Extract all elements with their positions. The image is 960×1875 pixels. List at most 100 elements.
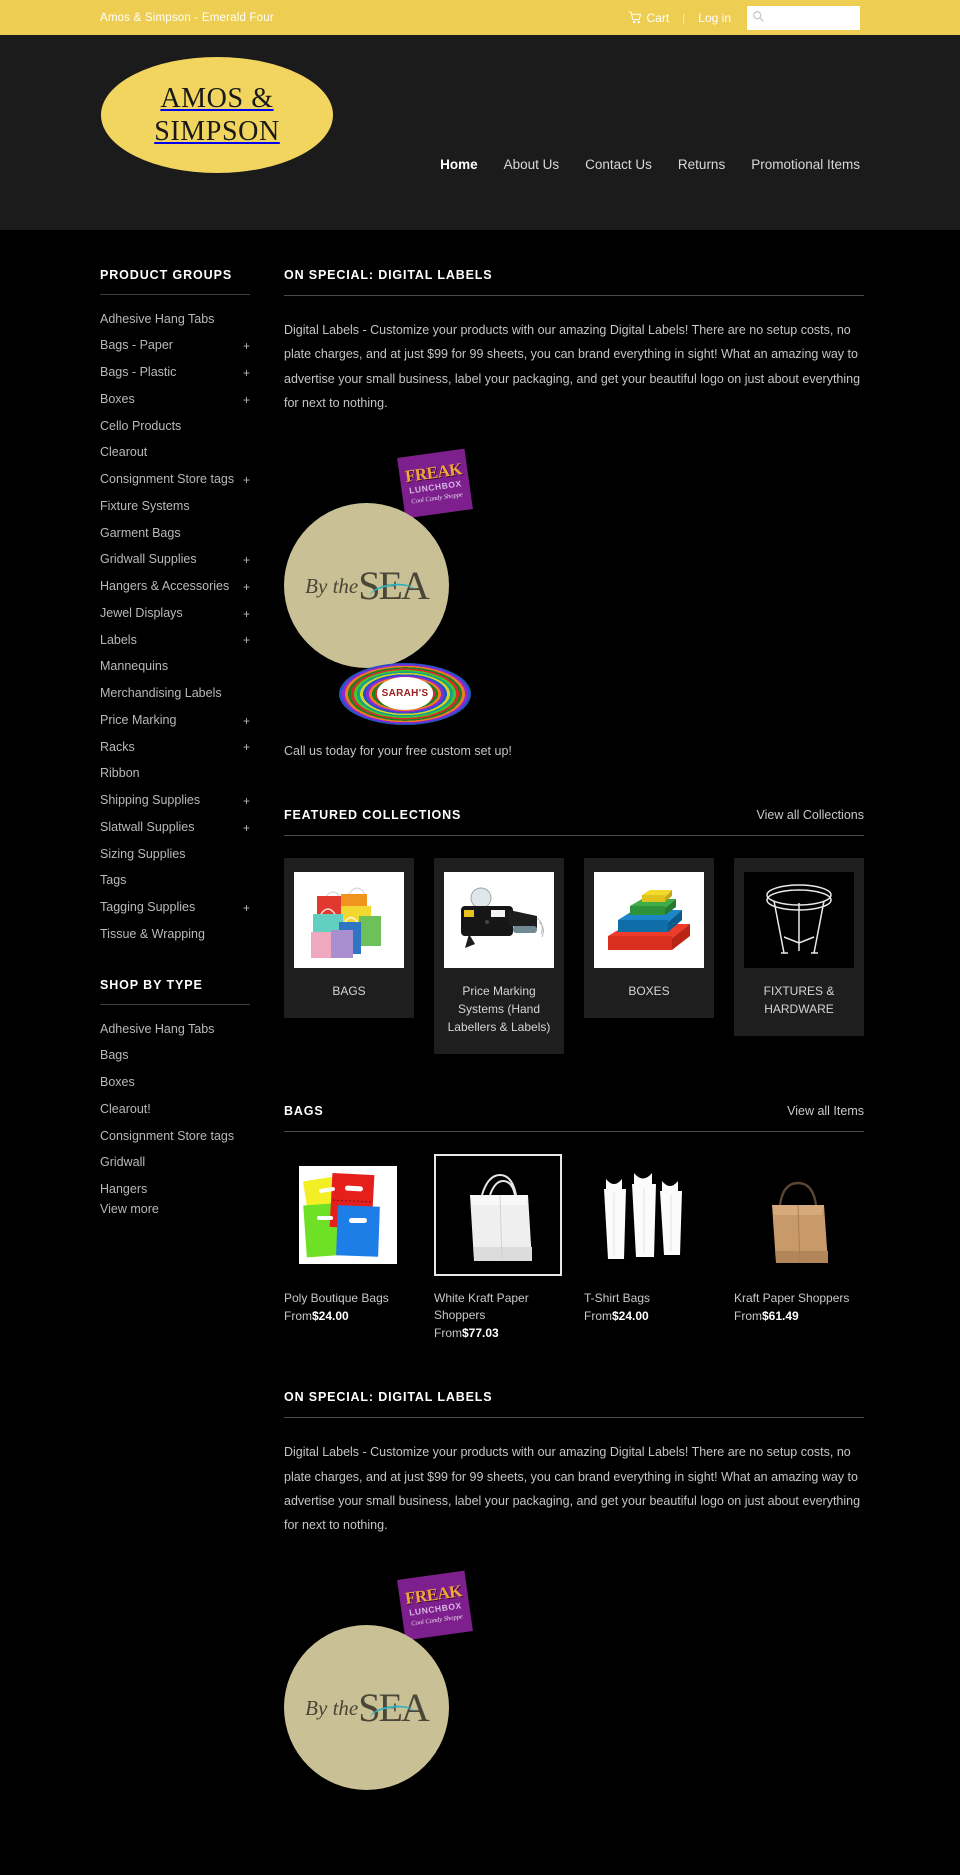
sidebar-item-label[interactable]: Bags - Plastic: [100, 364, 182, 382]
expand-plus-icon[interactable]: +: [243, 367, 250, 379]
sidebar-item-label[interactable]: View more: [100, 1203, 165, 1217]
sidebar-item-clearout[interactable]: Clearout: [100, 440, 250, 467]
product-card-kraft-paper-shoppers[interactable]: Kraft Paper Shoppers From$61.49: [734, 1153, 862, 1323]
shop-type-item-consignment-store-tags[interactable]: Consignment Store tags: [100, 1123, 250, 1150]
sidebar-item-label[interactable]: Ribbon: [100, 765, 146, 783]
sidebar-item-label[interactable]: Clearout!: [100, 1101, 157, 1119]
sidebar-item-label[interactable]: Slatwall Supplies: [100, 819, 201, 837]
nav-item-returns[interactable]: Returns: [678, 157, 725, 172]
expand-plus-icon[interactable]: +: [243, 608, 250, 620]
sidebar-item-label[interactable]: Fixture Systems: [100, 498, 196, 516]
search-input[interactable]: [764, 6, 856, 29]
shop-type-item-hangers[interactable]: Hangers: [100, 1177, 250, 1204]
expand-plus-icon[interactable]: +: [243, 822, 250, 834]
shop-type-item-view-more[interactable]: View more: [100, 1203, 250, 1217]
sidebar-item-label[interactable]: Consignment Store tags: [100, 1128, 240, 1146]
collection-card-fixtures-hardware[interactable]: FIXTURES & HARDWARE: [734, 857, 864, 1036]
sidebar-item-label[interactable]: Jewel Displays: [100, 605, 189, 623]
sidebar-item-label[interactable]: Tags: [100, 872, 132, 890]
sidebar-item-label[interactable]: Labels: [100, 632, 143, 650]
sidebar-item-tissue-wrapping[interactable]: Tissue & Wrapping: [100, 921, 250, 948]
expand-plus-icon[interactable]: +: [243, 554, 250, 566]
collection-card-boxes[interactable]: BOXES: [584, 857, 714, 1018]
login-link[interactable]: Log in: [698, 11, 731, 25]
product-price: From$24.00: [284, 1309, 412, 1323]
expand-plus-icon[interactable]: +: [243, 634, 250, 646]
product-card-t-shirt-bags[interactable]: T-Shirt Bags From$24.00: [584, 1153, 712, 1323]
expand-plus-icon[interactable]: +: [243, 474, 250, 486]
sidebar-item-label[interactable]: Sizing Supplies: [100, 846, 191, 864]
shop-type-item-gridwall[interactable]: Gridwall: [100, 1150, 250, 1177]
sidebar-item-gridwall-supplies[interactable]: Gridwall Supplies +: [100, 547, 250, 574]
sidebar-item-ribbon[interactable]: Ribbon: [100, 761, 250, 788]
sidebar-item-slatwall-supplies[interactable]: Slatwall Supplies +: [100, 814, 250, 841]
sidebar-item-tagging-supplies[interactable]: Tagging Supplies +: [100, 895, 250, 922]
cart-link[interactable]: Cart: [628, 11, 669, 25]
sidebar-item-label[interactable]: Gridwall: [100, 1154, 151, 1172]
sidebar-item-merchandising-labels[interactable]: Merchandising Labels: [100, 681, 250, 708]
shop-type-item-clearout[interactable]: Clearout!: [100, 1096, 250, 1123]
sidebar-item-label[interactable]: Adhesive Hang Tabs: [100, 1021, 220, 1039]
sidebar-item-label[interactable]: Clearout: [100, 444, 153, 462]
sidebar-item-label[interactable]: Bags - Paper: [100, 337, 179, 355]
sidebar-item-racks[interactable]: Racks +: [100, 734, 250, 761]
sidebar-item-label[interactable]: Mannequins: [100, 658, 174, 676]
sidebar-item-boxes[interactable]: Boxes +: [100, 386, 250, 413]
sidebar-item-tags[interactable]: Tags: [100, 868, 250, 895]
shop-type-item-adhesive-hang-tabs[interactable]: Adhesive Hang Tabs: [100, 1016, 250, 1043]
sidebar-item-cello-products[interactable]: Cello Products: [100, 413, 250, 440]
view-all-collections-link[interactable]: View all Collections: [757, 808, 864, 822]
collection-card-price-marking[interactable]: Price Marking Systems (Hand Labellers & …: [434, 857, 564, 1054]
sidebar-item-label[interactable]: Boxes: [100, 391, 141, 409]
product-card-poly-boutique-bags[interactable]: Poly Boutique Bags From$24.00: [284, 1153, 412, 1323]
sidebar-item-price-marking[interactable]: Price Marking +: [100, 707, 250, 734]
sidebar-item-label[interactable]: Consignment Store tags: [100, 471, 240, 489]
sidebar-item-label[interactable]: Adhesive Hang Tabs: [100, 311, 220, 329]
sidebar-item-label[interactable]: Cello Products: [100, 418, 187, 436]
expand-plus-icon[interactable]: +: [243, 902, 250, 914]
sidebar-item-label[interactable]: Merchandising Labels: [100, 685, 228, 703]
sidebar-item-label[interactable]: Shipping Supplies: [100, 792, 206, 810]
expand-plus-icon[interactable]: +: [243, 795, 250, 807]
sidebar-item-label[interactable]: Garment Bags: [100, 525, 187, 543]
nav-item-promotional-items[interactable]: Promotional Items: [751, 157, 860, 172]
sidebar-item-shipping-supplies[interactable]: Shipping Supplies +: [100, 788, 250, 815]
sidebar-item-bags-plastic[interactable]: Bags - Plastic +: [100, 360, 250, 387]
sidebar-item-label[interactable]: Hangers & Accessories: [100, 578, 235, 596]
expand-plus-icon[interactable]: +: [243, 394, 250, 406]
shop-type-item-boxes[interactable]: Boxes: [100, 1070, 250, 1097]
sidebar-item-label[interactable]: Racks: [100, 739, 141, 757]
expand-plus-icon[interactable]: +: [243, 741, 250, 753]
sidebar-item-label[interactable]: Boxes: [100, 1074, 141, 1092]
expand-plus-icon[interactable]: +: [243, 581, 250, 593]
product-card-white-kraft-paper-shoppers[interactable]: White Kraft Paper Shoppers From$77.03: [434, 1153, 562, 1340]
sidebar-item-garment-bags[interactable]: Garment Bags: [100, 520, 250, 547]
sidebar-item-mannequins[interactable]: Mannequins: [100, 654, 250, 681]
sidebar-item-label[interactable]: Tagging Supplies: [100, 899, 201, 917]
nav-item-home[interactable]: Home: [440, 157, 478, 172]
sidebar-item-consignment-store-tags[interactable]: Consignment Store tags +: [100, 467, 250, 494]
collection-card-bags[interactable]: BAGS: [284, 857, 414, 1018]
expand-plus-icon[interactable]: +: [243, 715, 250, 727]
view-all-items-link[interactable]: View all Items: [787, 1104, 864, 1118]
sidebar-item-labels[interactable]: Labels +: [100, 627, 250, 654]
section-bags-products: BAGS View all Items Poly Boutique Bags F…: [284, 1104, 864, 1340]
by-the-sea-label-image-bottom: By theSEA: [284, 1624, 449, 1790]
sidebar-item-label[interactable]: Hangers: [100, 1181, 153, 1199]
sidebar-item-label[interactable]: Gridwall Supplies: [100, 551, 203, 569]
sidebar-item-sizing-supplies[interactable]: Sizing Supplies: [100, 841, 250, 868]
sidebar-item-label[interactable]: Price Marking: [100, 712, 182, 730]
nav-item-about-us[interactable]: About Us: [504, 157, 560, 172]
site-logo[interactable]: AMOS & SIMPSON: [101, 57, 333, 173]
sidebar-item-bags-paper[interactable]: Bags - Paper +: [100, 333, 250, 360]
expand-plus-icon[interactable]: +: [243, 340, 250, 352]
sidebar-item-adhesive-hang-tabs[interactable]: Adhesive Hang Tabs: [100, 306, 250, 333]
sidebar-item-label[interactable]: Tissue & Wrapping: [100, 926, 211, 944]
sidebar-item-label[interactable]: Bags: [100, 1047, 135, 1065]
nav-item-contact-us[interactable]: Contact Us: [585, 157, 652, 172]
shop-type-item-bags[interactable]: Bags: [100, 1043, 250, 1070]
sidebar-item-hangers-accessories[interactable]: Hangers & Accessories +: [100, 574, 250, 601]
sidebar-item-jewel-displays[interactable]: Jewel Displays +: [100, 600, 250, 627]
sidebar-item-fixture-systems[interactable]: Fixture Systems: [100, 493, 250, 520]
search-box[interactable]: [747, 5, 860, 30]
